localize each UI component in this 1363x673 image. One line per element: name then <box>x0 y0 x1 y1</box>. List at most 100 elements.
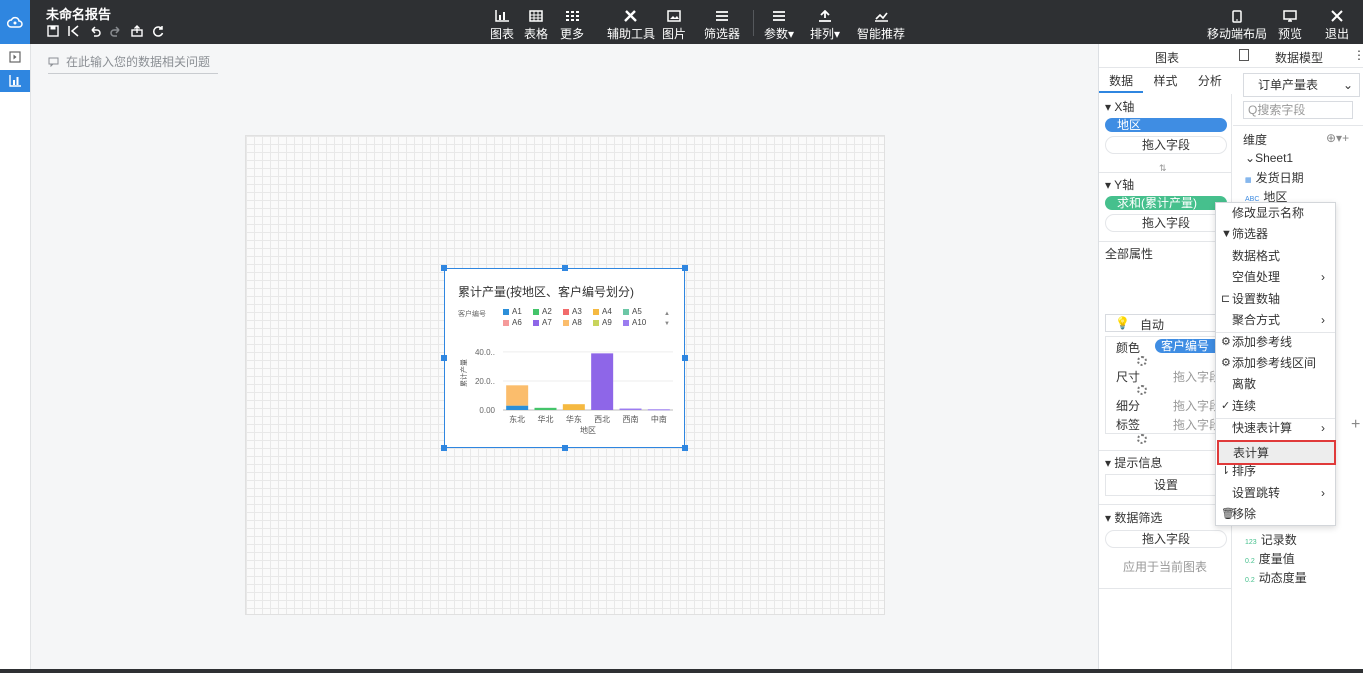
cloud-logo-icon <box>0 0 30 44</box>
model-table-select[interactable]: 订单产量表 ⌄ <box>1243 73 1360 97</box>
color-label: 颜色 <box>1116 341 1141 355</box>
menu-quick-table-calc[interactable]: 快速表计算 › <box>1216 418 1335 439</box>
refresh-icon[interactable] <box>151 24 165 38</box>
menu-aggregation[interactable]: 聚合方式 › <box>1216 310 1335 331</box>
export-icon[interactable] <box>130 24 144 38</box>
bulb-icon: 💡 <box>1115 316 1130 330</box>
resize-handle-bottom[interactable] <box>562 445 568 451</box>
menu-table-calc[interactable]: 表计算 <box>1217 440 1336 465</box>
chevron-right-icon: › <box>1321 486 1325 500</box>
menu-rename[interactable]: 修改显示名称 <box>1216 203 1335 224</box>
field-search-input[interactable]: Q搜索字段 <box>1243 101 1353 119</box>
more-options-icon[interactable]: ⋮ <box>1353 48 1363 62</box>
tag-dropzone[interactable]: 拖入字段 <box>1173 416 1221 433</box>
gear-icon[interactable] <box>1137 385 1147 395</box>
measure-value[interactable]: 0.2 度量值 <box>1245 550 1295 567</box>
subtab-analysis[interactable]: 分析 <box>1188 69 1232 93</box>
all-props-title: 全部属性 <box>1105 247 1154 261</box>
y-axis-dropzone[interactable]: 拖入字段 <box>1105 214 1227 232</box>
divider <box>1099 172 1232 173</box>
aux-tools-button[interactable]: 辅助工具 <box>607 8 655 42</box>
resize-handle-top-left[interactable] <box>441 265 447 271</box>
filter-lines-icon <box>715 8 729 24</box>
menu-remove[interactable]: 🗑 移除 <box>1216 504 1335 525</box>
close-icon <box>1331 8 1343 24</box>
data-filter-section[interactable]: ▾ 数据筛选 <box>1105 509 1162 526</box>
x-axis-field-pill[interactable]: 地区 <box>1105 118 1227 132</box>
resize-handle-top-right[interactable] <box>682 265 688 271</box>
chart-button[interactable]: 图表 <box>490 8 514 42</box>
bar-a10-4 <box>619 408 642 410</box>
preview-button[interactable]: 预览 <box>1278 8 1302 42</box>
y-axis-label: 累计产量 <box>459 359 468 387</box>
dimension-tools-icon[interactable]: ⊕▾+ <box>1326 131 1349 145</box>
menu-set-jump[interactable]: 设置跳转 › <box>1216 483 1335 504</box>
tag-label: 标签 <box>1116 418 1141 432</box>
data-question-input[interactable]: 在此输入您的数据相关问题 <box>48 50 218 74</box>
exit-button[interactable]: 退出 <box>1325 8 1349 42</box>
y-axis-field-pill[interactable]: 求和(累计产量) <box>1105 196 1227 210</box>
field-ship-date[interactable]: ▦ 发货日期 <box>1245 169 1304 186</box>
resize-handle-bottom-right[interactable] <box>682 445 688 451</box>
reference-band-icon: ⚙ <box>1221 357 1231 369</box>
tab-chart[interactable]: 图表 <box>1155 49 1179 66</box>
x-tick-label: 东北 <box>509 414 525 424</box>
menu-data-format[interactable]: 数据格式 <box>1216 246 1335 267</box>
resize-handle-right[interactable] <box>682 355 688 361</box>
arrange-icon <box>818 8 832 24</box>
report-title[interactable]: 未命名报告 <box>46 4 111 23</box>
menu-add-reference-line[interactable]: ⚙ 添加参考线 <box>1216 332 1335 353</box>
rail-play-button[interactable] <box>0 46 30 68</box>
apply-to-current-chart[interactable]: 应用于当前图表 <box>1123 558 1207 575</box>
mobile-layout-button[interactable]: 移动端布局 <box>1207 8 1267 42</box>
resize-handle-bottom-left[interactable] <box>441 445 447 451</box>
rail-chart-button[interactable] <box>0 70 30 92</box>
params-button[interactable]: 参数▾ <box>764 8 794 42</box>
rail-chart-icon <box>9 75 21 87</box>
chart-widget[interactable]: 累计产量(按地区、客户编号划分) 客户编号 A1 A2 A3 A4 A5 A6 A7 A8 A9… <box>444 268 685 448</box>
axis-icon: ⊏ <box>1221 293 1231 305</box>
top-toolbar: 未命名报告 图表 表格 更多 辅助工具 图片 筛选器 参数▾ 排列▾ 智能推荐 … <box>0 0 1363 44</box>
add-measure-icon[interactable]: + <box>1351 416 1360 434</box>
y-axis-section[interactable]: ▾ Y轴 <box>1105 176 1134 193</box>
data-filter-dropzone[interactable]: 拖入字段 <box>1105 530 1227 548</box>
size-dropzone[interactable]: 拖入字段 <box>1173 368 1221 385</box>
table-button[interactable]: 表格 <box>524 8 548 42</box>
subtab-style[interactable]: 样式 <box>1143 69 1187 93</box>
detail-dropzone[interactable]: 拖入字段 <box>1173 397 1221 414</box>
chart-subtabs: 数据 样式 分析 <box>1099 69 1232 93</box>
save-icon[interactable] <box>46 24 60 38</box>
menu-continuous[interactable]: ✓ 连续 <box>1216 396 1335 417</box>
tooltip-settings-button[interactable]: 设置 <box>1105 474 1227 496</box>
smart-recommend-button[interactable]: 智能推荐 <box>857 8 905 42</box>
back-icon[interactable] <box>67 24 81 38</box>
arrange-button[interactable]: 排列▾ <box>810 8 840 42</box>
chat-icon <box>48 57 59 67</box>
menu-discrete[interactable]: 离散 <box>1216 374 1335 395</box>
more-button[interactable]: 更多 <box>560 8 584 42</box>
menu-null-handling[interactable]: 空值处理 › <box>1216 267 1335 288</box>
collapse-panel-icon[interactable] <box>1239 49 1249 61</box>
filter-button[interactable]: 筛选器 <box>704 8 740 42</box>
redo-icon[interactable] <box>109 24 123 38</box>
resize-handle-left[interactable] <box>441 355 447 361</box>
measure-dynamic[interactable]: 0.2 动态度量 <box>1245 569 1307 586</box>
subtab-data[interactable]: 数据 <box>1099 69 1144 93</box>
sheet-node[interactable]: ⌄Sheet1 <box>1245 151 1293 165</box>
x-tick-label: 中南 <box>651 414 667 424</box>
image-button[interactable]: 图片 <box>662 8 686 42</box>
tooltip-section[interactable]: ▾ 提示信息 <box>1105 454 1162 471</box>
menu-filter[interactable]: ▼ 筛选器 <box>1216 224 1335 245</box>
gear-icon[interactable] <box>1137 356 1147 366</box>
x-axis-dropzone[interactable]: 拖入字段 <box>1105 136 1227 154</box>
measure-record-count[interactable]: 123 记录数 <box>1245 531 1297 548</box>
menu-set-axis[interactable]: ⊏ 设置数轴 <box>1216 289 1335 310</box>
chevron-right-icon: › <box>1321 270 1325 284</box>
x-axis-section[interactable]: ▾ X轴 <box>1105 98 1134 115</box>
gear-icon[interactable] <box>1137 434 1147 444</box>
tab-data-model[interactable]: 数据模型 <box>1275 49 1323 66</box>
menu-add-reference-band[interactable]: ⚙ 添加参考线区间 <box>1216 353 1335 374</box>
undo-icon[interactable] <box>88 24 102 38</box>
y-tick-label: 40.0.. <box>475 348 495 357</box>
resize-handle-top[interactable] <box>562 265 568 271</box>
